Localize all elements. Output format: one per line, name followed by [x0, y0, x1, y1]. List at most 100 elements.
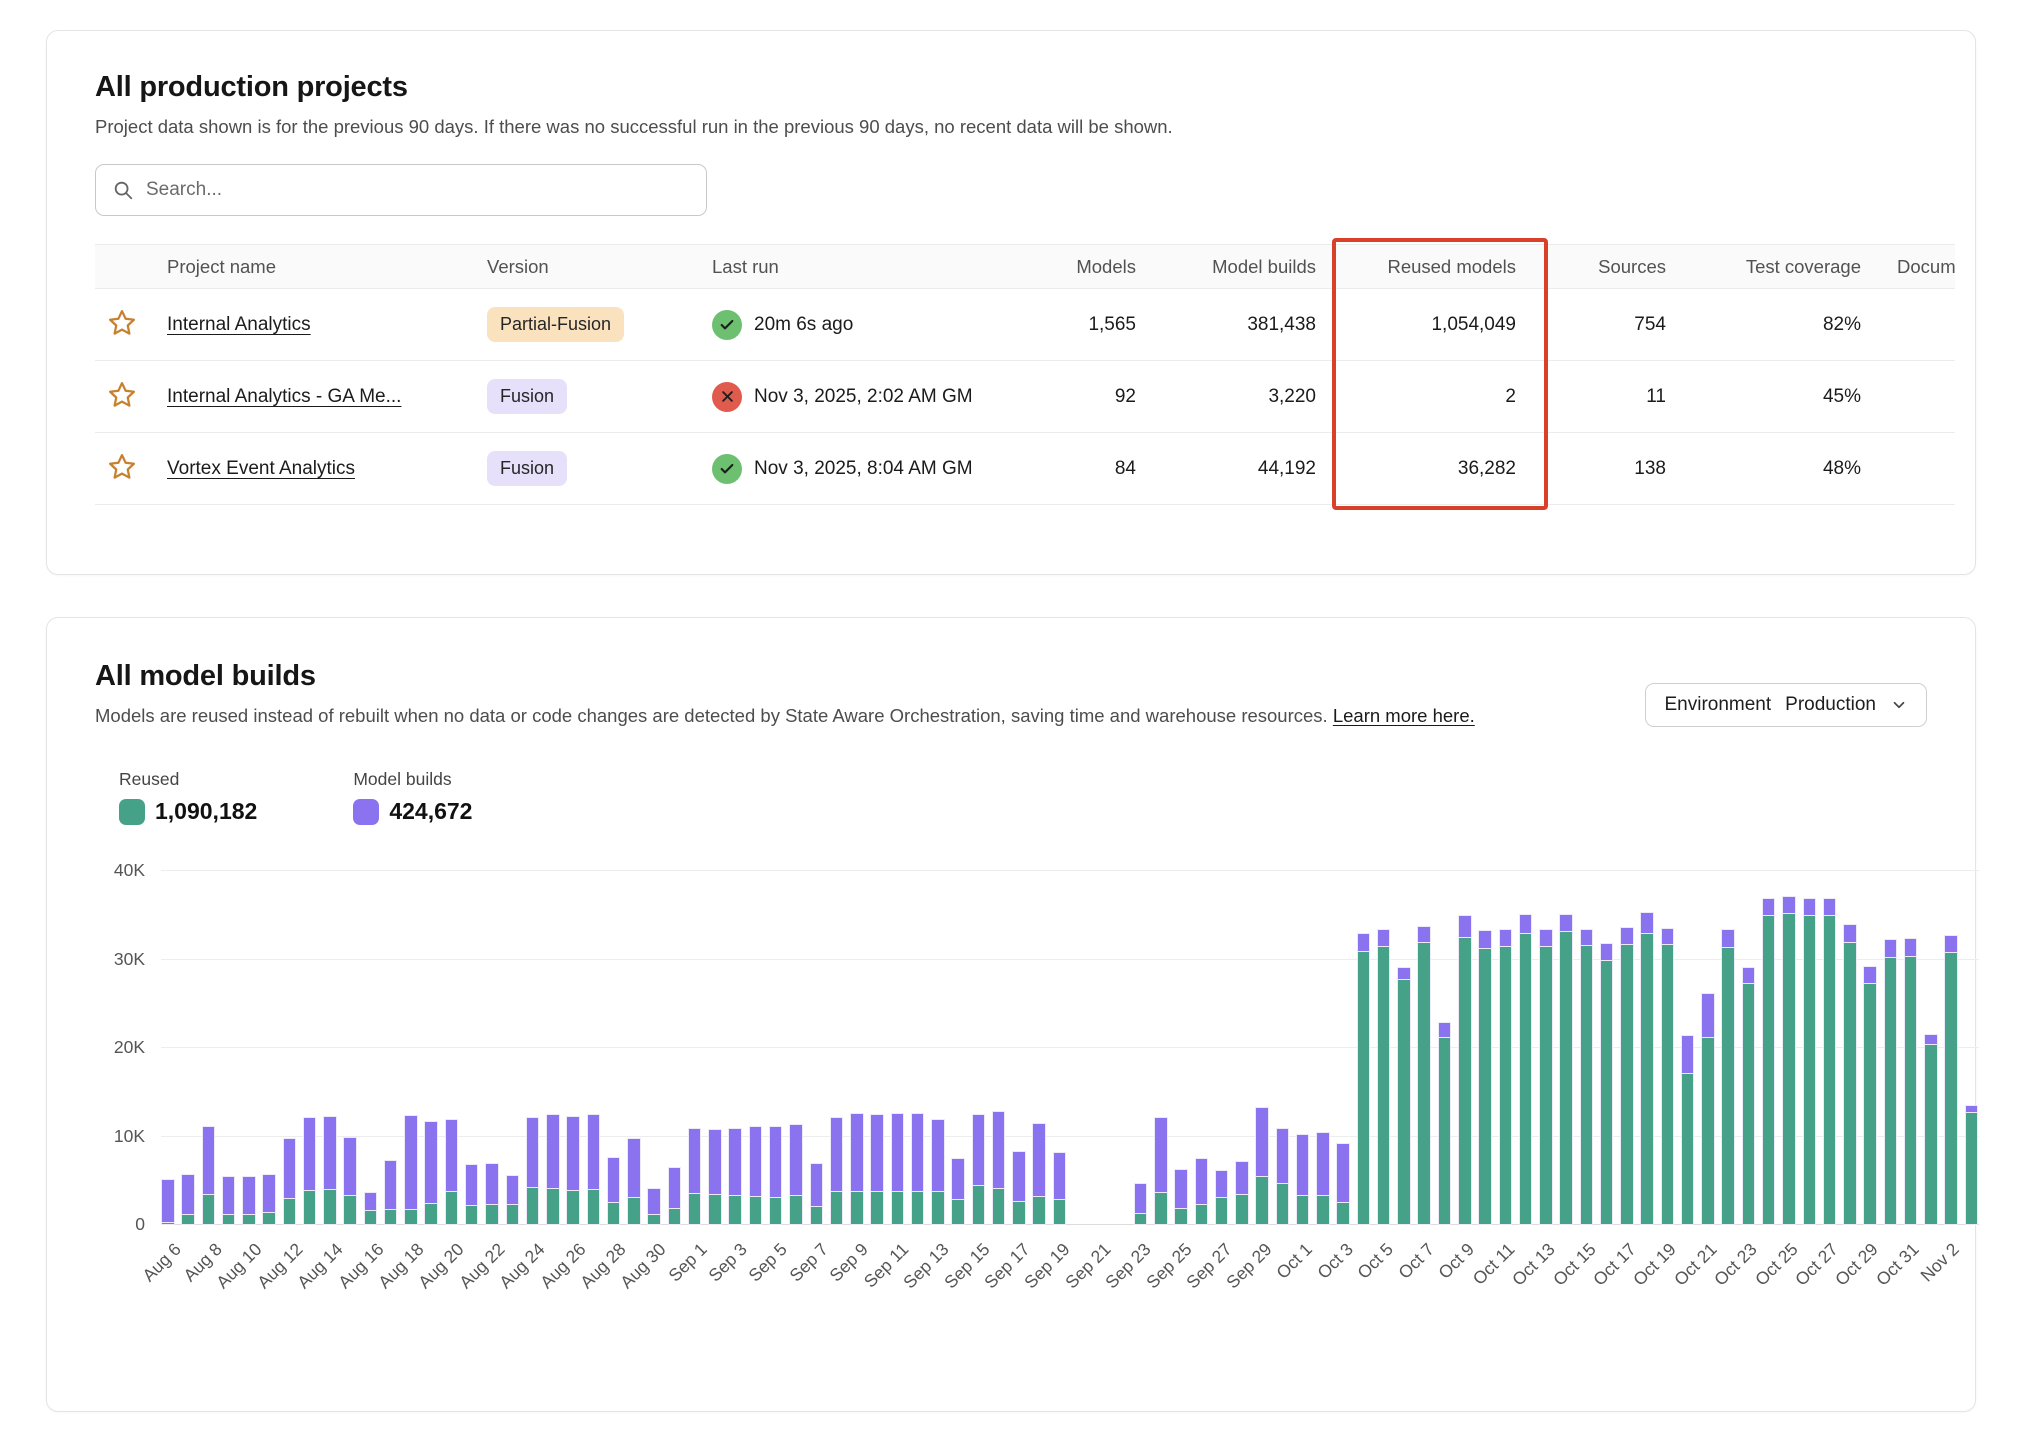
column-header-docum[interactable]: Docum: [1885, 245, 1955, 289]
column-header-last-run[interactable]: Last run: [700, 245, 1030, 289]
stacked-bar: [526, 871, 540, 1225]
reused-segment: [1519, 933, 1533, 1225]
table-row: Internal AnalyticsPartial-Fusion20m 6s a…: [95, 289, 1955, 361]
environment-select[interactable]: Environment Production: [1645, 683, 1927, 727]
column-header-test-coverage[interactable]: Test coverage: [1690, 245, 1885, 289]
projects-card-title: All production projects: [95, 71, 1927, 104]
chevron-down-icon: [1890, 696, 1908, 714]
reused-segment: [951, 1199, 965, 1225]
star-icon[interactable]: [107, 380, 137, 413]
search-input[interactable]: [146, 179, 690, 201]
reused-segment: [1336, 1202, 1350, 1225]
reused-segment: [992, 1188, 1006, 1225]
model-builds-segment: [1965, 1105, 1979, 1112]
model-builds-segment: [303, 1117, 317, 1190]
stacked-bar: [1316, 871, 1330, 1225]
model-builds-segment: [384, 1160, 398, 1209]
model-builds-segment: [1843, 924, 1857, 942]
stacked-bar: [1417, 871, 1431, 1225]
column-header-model-builds[interactable]: Model builds: [1160, 245, 1340, 289]
column-header-models[interactable]: Models: [1030, 245, 1160, 289]
environment-value: Production: [1785, 694, 1876, 716]
reused-segment: [1843, 942, 1857, 1225]
model-builds-segment: [830, 1117, 844, 1190]
model-builds-segment: [1255, 1107, 1269, 1176]
stacked-bar: [1134, 871, 1148, 1225]
star-column-header: [95, 245, 155, 289]
reused-segment: [1255, 1176, 1269, 1225]
builds-card-title: All model builds: [95, 660, 1475, 693]
x-axis-tick-label: Sep 5: [745, 1239, 792, 1286]
reused-segment: [830, 1191, 844, 1226]
model-builds-segment: [1559, 914, 1573, 932]
stacked-bar: [1661, 871, 1675, 1225]
column-header-sources[interactable]: Sources: [1540, 245, 1690, 289]
reused-segment: [424, 1203, 438, 1225]
column-header-reused-models[interactable]: Reused models: [1340, 245, 1540, 289]
stacked-bar: [1782, 871, 1796, 1225]
legend-swatch: [119, 799, 145, 825]
reused-segment: [1276, 1183, 1290, 1225]
model-builds-segment: [911, 1113, 925, 1191]
model-builds-segment: [1924, 1034, 1938, 1045]
model-builds-segment: [1640, 912, 1654, 933]
project-name-link[interactable]: Vortex Event Analytics: [167, 458, 355, 479]
stacked-bar: [1053, 871, 1067, 1225]
reused-segment: [1721, 947, 1735, 1225]
star-icon[interactable]: [107, 452, 137, 485]
reused-segment: [1539, 946, 1553, 1225]
model-builds-count: 381,438: [1160, 289, 1340, 361]
reused-segment: [1316, 1195, 1330, 1225]
reused-segment: [1701, 1037, 1715, 1226]
reused-segment: [1823, 915, 1837, 1225]
learn-more-link[interactable]: Learn more here.: [1333, 705, 1475, 726]
stacked-bar: [1154, 871, 1168, 1225]
stacked-bar: [1904, 871, 1918, 1225]
x-axis-tick-label: Oct 15: [1549, 1239, 1600, 1290]
stacked-bar: [1276, 871, 1290, 1225]
sources-count: 11: [1540, 361, 1690, 433]
project-name-link[interactable]: Internal Analytics: [167, 314, 311, 335]
x-axis-tick-label: Oct 7: [1394, 1239, 1438, 1283]
reused-segment: [1762, 915, 1776, 1225]
stacked-bar: [485, 871, 499, 1225]
search-icon: [112, 179, 134, 201]
stacked-bar: [1073, 871, 1087, 1225]
column-header-project-name[interactable]: Project name: [155, 245, 475, 289]
stacked-bar: [1113, 871, 1127, 1225]
model-builds-segment: [262, 1174, 276, 1212]
model-builds-segment: [972, 1114, 986, 1185]
model-builds-segment: [1519, 914, 1533, 933]
project-search[interactable]: [95, 164, 707, 216]
column-header-version[interactable]: Version: [475, 245, 700, 289]
production-projects-card: All production projects Project data sho…: [46, 30, 1976, 575]
test-coverage-value: 48%: [1690, 433, 1885, 505]
reused-segment: [242, 1214, 256, 1225]
model-builds-segment: [1661, 928, 1675, 945]
reused-segment: [728, 1195, 742, 1225]
star-icon[interactable]: [107, 308, 137, 341]
stacked-bar: [891, 871, 905, 1225]
stacked-bar: [1215, 871, 1229, 1225]
projects-table: Project nameVersionLast runModelsModel b…: [95, 244, 1955, 505]
model-builds-segment: [688, 1128, 702, 1193]
stacked-bar: [222, 871, 236, 1225]
stacked-bar: [1843, 871, 1857, 1225]
models-count: 1,565: [1030, 289, 1160, 361]
stacked-bar: [972, 871, 986, 1225]
x-axis-tick-label: Aug 16: [334, 1239, 388, 1293]
x-axis-tick-label: Oct 25: [1751, 1239, 1802, 1290]
stacked-bar: [830, 871, 844, 1225]
chart-x-axis-labels: Aug 6Aug 8Aug 10Aug 12Aug 14Aug 16Aug 18…: [161, 1225, 1979, 1311]
x-circle-icon: [712, 382, 742, 412]
model-builds-segment: [222, 1176, 236, 1213]
project-name-link[interactable]: Internal Analytics - GA Me...: [167, 386, 401, 407]
model-builds-segment: [1215, 1170, 1229, 1197]
model-builds-segment: [749, 1126, 763, 1196]
reused-segment: [303, 1190, 317, 1225]
version-badge: Fusion: [487, 451, 567, 486]
stacked-bar: [1235, 871, 1249, 1225]
reused-segment: [1782, 913, 1796, 1225]
stacked-bar: [343, 871, 357, 1225]
stacked-bar: [1681, 871, 1695, 1225]
